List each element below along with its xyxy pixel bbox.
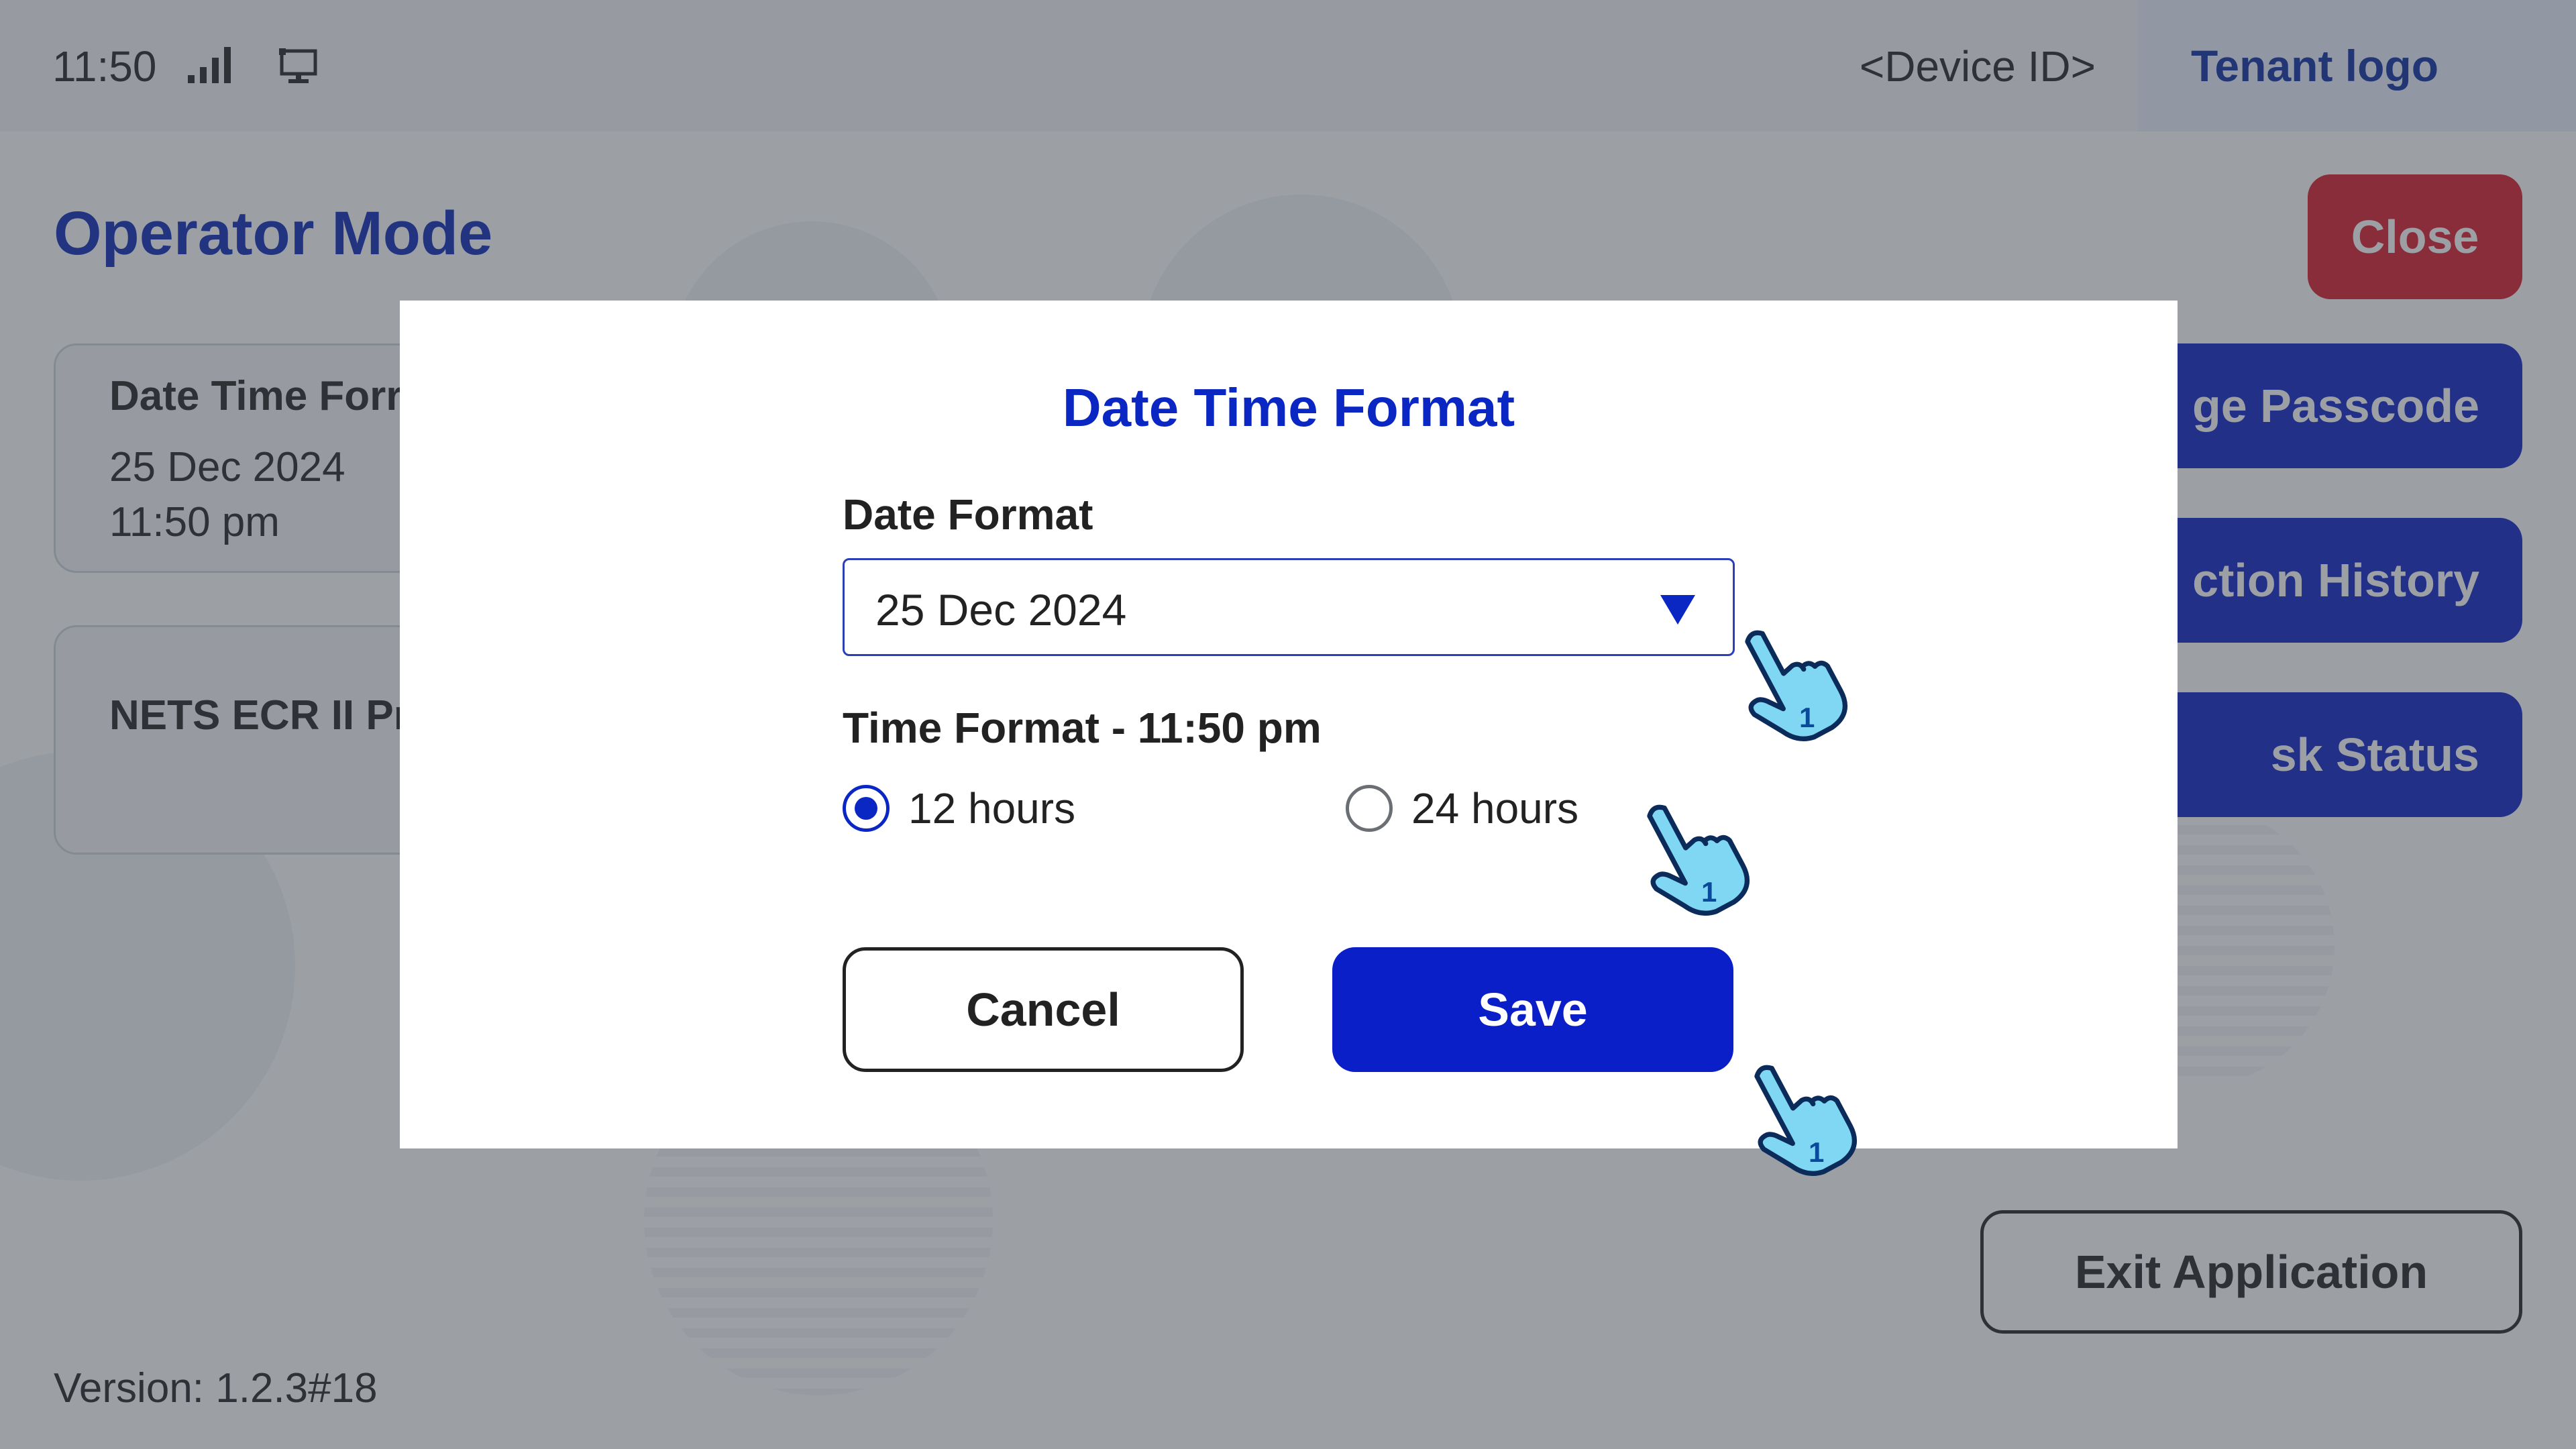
radio-label: 24 hours xyxy=(1411,784,1579,833)
triangle-down-icon xyxy=(1660,595,1695,625)
radio-12-hours[interactable]: 12 hours xyxy=(843,778,1075,839)
radio-24-hours[interactable]: 24 hours xyxy=(1346,778,1578,839)
time-format-label: Time Format - 11:50 pm xyxy=(843,704,1322,752)
tap-hand-icon: 1 xyxy=(1754,1065,1858,1176)
radio-unselected-icon[interactable] xyxy=(1346,785,1393,832)
dialog-title: Date Time Format xyxy=(1062,378,1515,437)
date-format-select[interactable]: 25 Dec 2024 xyxy=(843,558,1735,656)
date-time-format-dialog: Date Time Format Date Format 25 Dec 2024… xyxy=(400,301,2178,1148)
tap-count-badge: 1 xyxy=(1701,876,1717,908)
tap-hand-icon: 1 xyxy=(1745,630,1848,741)
tap-count-badge: 1 xyxy=(1799,702,1815,733)
tap-count-badge: 1 xyxy=(1809,1136,1824,1168)
radio-label: 12 hours xyxy=(908,784,1076,833)
save-button[interactable]: Save xyxy=(1332,947,1733,1072)
radio-selected-icon[interactable] xyxy=(843,785,890,832)
date-format-label: Date Format xyxy=(843,490,1093,539)
date-format-value: 25 Dec 2024 xyxy=(875,585,1127,635)
cancel-button[interactable]: Cancel xyxy=(843,947,1244,1072)
tap-hand-icon: 1 xyxy=(1647,804,1750,916)
